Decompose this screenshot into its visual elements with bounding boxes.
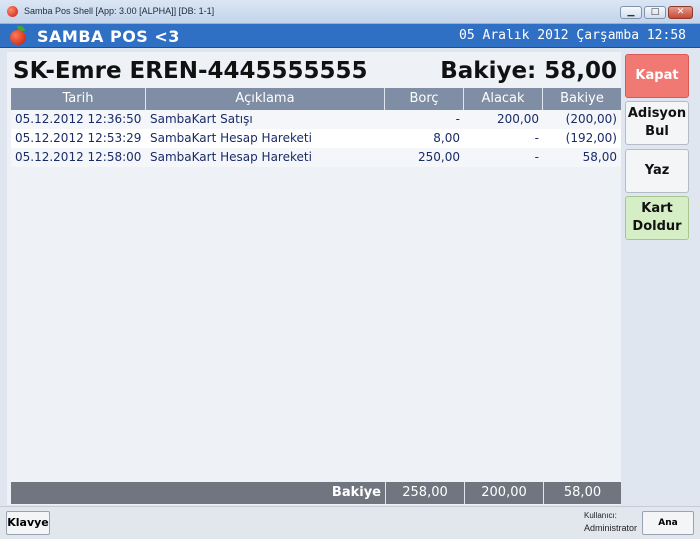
header-datetime: 05 Aralık 2012 Çarşamba 12:58	[459, 28, 686, 43]
apple-logo-icon	[8, 26, 28, 46]
print-button[interactable]: Yaz	[625, 149, 689, 193]
cell-balance: (200,00)	[565, 112, 617, 126]
cell-credit: 200,00	[497, 112, 539, 126]
window-title: Samba Pos Shell [App: 3.00 [ALPHA]] [DB:…	[24, 6, 215, 16]
table-footer-totals: Bakiye 258,00 200,00 58,00	[11, 482, 621, 504]
table-row[interactable]: 05.12.2012 12:58:00 SambaKart Hesap Hare…	[11, 148, 621, 167]
card-topup-button[interactable]: Kart Doldur	[625, 196, 689, 240]
account-balance: Bakiye: 58,00	[440, 58, 617, 84]
cell-date: 05.12.2012 12:58:00	[15, 150, 142, 164]
find-ticket-label-line2: Bul	[645, 124, 669, 139]
cell-balance: 58,00	[582, 150, 617, 164]
column-header-debit[interactable]: Borç	[385, 88, 464, 110]
close-window-button[interactable]: ✕	[668, 6, 693, 19]
cell-debit: -	[455, 112, 460, 126]
cell-date: 05.12.2012 12:53:29	[15, 131, 142, 145]
keyboard-button[interactable]: Klavye	[6, 511, 50, 535]
app-title: SAMBA POS <3	[37, 27, 180, 46]
close-button[interactable]: Kapat	[625, 54, 689, 98]
account-detail-panel: SK-Emre EREN-4445555555 Bakiye: 58,00 Ta…	[7, 52, 621, 505]
table-body: 05.12.2012 12:36:50 SambaKart Satışı - 2…	[11, 110, 621, 167]
cell-description: SambaKart Satışı	[150, 112, 253, 126]
maximize-button[interactable]: □	[644, 6, 666, 19]
user-label: Kullanıcı:	[584, 511, 617, 520]
table-header: Tarih Açıklama Borç Alacak Bakiye	[11, 88, 621, 110]
cell-description: SambaKart Hesap Hareketi	[150, 131, 312, 145]
cell-credit: -	[534, 131, 539, 145]
minimize-button[interactable]: ▁	[620, 6, 642, 19]
window-titlebar: Samba Pos Shell [App: 3.00 [ALPHA]] [DB:…	[0, 0, 700, 24]
main-menu-button[interactable]: Ana Menü	[642, 511, 694, 535]
cell-debit: 8,00	[433, 131, 460, 145]
column-header-date[interactable]: Tarih	[11, 88, 146, 110]
bottom-bar: Klavye Kullanıcı: Administrator Ana Menü	[0, 506, 700, 539]
table-row[interactable]: 05.12.2012 12:36:50 SambaKart Satışı - 2…	[11, 110, 621, 129]
cell-description: SambaKart Hesap Hareketi	[150, 150, 312, 164]
find-ticket-label-line1: Adisyon	[627, 106, 687, 121]
footer-total-balance: 58,00	[543, 482, 621, 504]
cell-date: 05.12.2012 12:36:50	[15, 112, 142, 126]
card-topup-label-line1: Kart	[641, 201, 673, 216]
card-topup-label-line2: Doldur	[632, 219, 682, 234]
user-name: Administrator	[584, 523, 638, 533]
column-header-balance[interactable]: Bakiye	[543, 88, 621, 110]
find-ticket-button[interactable]: Adisyon Bul	[625, 101, 689, 145]
account-name: SK-Emre EREN-4445555555	[13, 58, 368, 84]
app-icon	[7, 6, 18, 17]
cell-debit: 250,00	[418, 150, 460, 164]
footer-total-debit: 258,00	[385, 482, 464, 504]
table-row[interactable]: 05.12.2012 12:53:29 SambaKart Hesap Hare…	[11, 129, 621, 148]
column-header-description[interactable]: Açıklama	[146, 88, 385, 110]
transactions-table: Tarih Açıklama Borç Alacak Bakiye 05.12.…	[11, 88, 621, 167]
app-header: SAMBA POS <3 05 Aralık 2012 Çarşamba 12:…	[0, 24, 700, 48]
cell-balance: (192,00)	[565, 131, 617, 145]
footer-total-credit: 200,00	[464, 482, 543, 504]
cell-credit: -	[534, 150, 539, 164]
footer-balance-label: Bakiye	[331, 485, 381, 500]
column-header-credit[interactable]: Alacak	[464, 88, 543, 110]
